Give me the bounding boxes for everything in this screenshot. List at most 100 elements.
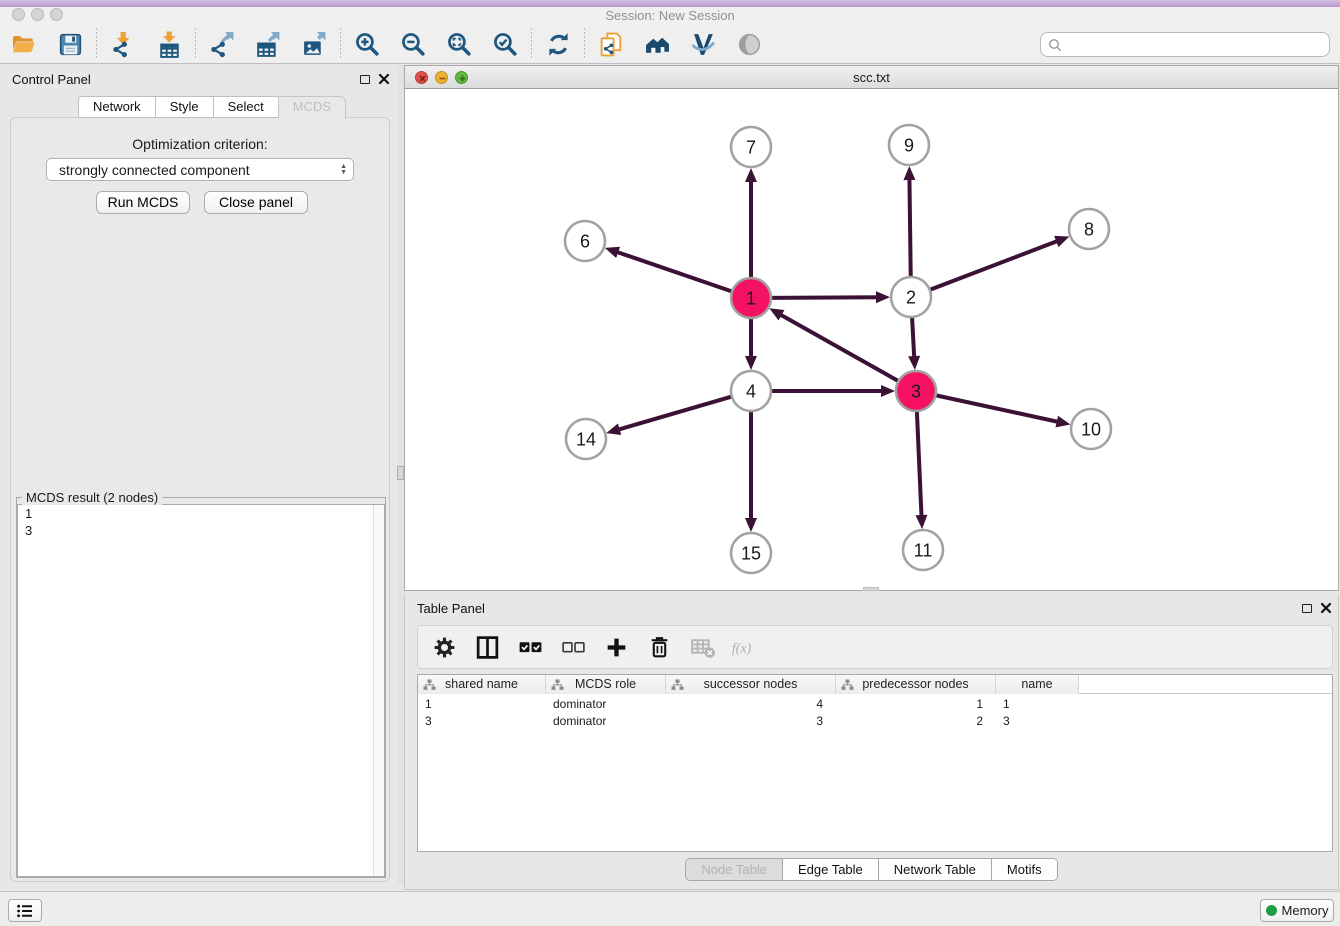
add-column-icon[interactable]: [602, 633, 630, 661]
table-header: shared nameMCDS rolesuccessor nodesprede…: [418, 675, 1332, 694]
table-cell[interactable]: 2: [836, 713, 996, 729]
graph-edge-arrow-4-15: [745, 518, 757, 532]
table-row[interactable]: 1dominator411: [418, 696, 1332, 712]
column-flag-icon: [423, 679, 436, 691]
optimization-criterion-label: Optimization criterion:: [2, 136, 398, 152]
column-header-shared-name[interactable]: shared name: [418, 675, 546, 694]
zoom-out-icon[interactable]: [399, 30, 427, 58]
table-cell[interactable]: 1: [996, 696, 1079, 712]
network-close-traffic-light[interactable]: [415, 71, 428, 84]
mcds-result-node[interactable]: 3: [18, 522, 384, 539]
tab-edge-table[interactable]: Edge Table: [783, 859, 879, 880]
tab-network[interactable]: Network: [78, 96, 155, 118]
graph-node-label-6: 6: [580, 232, 590, 252]
status-bar: Memory: [0, 891, 1340, 926]
tab-node-table[interactable]: Node Table: [686, 859, 783, 880]
table-cell[interactable]: dominator: [546, 713, 666, 729]
new-network-from-selection-icon[interactable]: [597, 30, 625, 58]
column-header-MCDS-role[interactable]: MCDS role: [546, 675, 666, 694]
export-table-icon[interactable]: [254, 30, 282, 58]
column-flag-icon: [671, 679, 684, 691]
table-cell[interactable]: 3: [996, 713, 1079, 729]
table-cell[interactable]: 1: [836, 696, 996, 712]
zoom-selected-icon[interactable]: [491, 30, 519, 58]
search-input[interactable]: [1066, 34, 1329, 55]
refresh-network-icon[interactable]: [544, 30, 572, 58]
zoom-in-icon[interactable]: [353, 30, 381, 58]
export-network-icon[interactable]: [208, 30, 236, 58]
table-panel-title: Table Panel: [417, 601, 485, 616]
graph-edge-arrow-1-4: [745, 356, 757, 370]
export-image-icon[interactable]: [300, 30, 328, 58]
network-minimize-traffic-light[interactable]: [435, 71, 448, 84]
graph-edge-1-6[interactable]: [616, 252, 732, 292]
first-neighbors-icon[interactable]: [643, 30, 671, 58]
task-history-button[interactable]: [8, 899, 42, 922]
graph-edge-2-9[interactable]: [909, 178, 910, 277]
network-zoom-traffic-light[interactable]: [455, 71, 468, 84]
run-mcds-button[interactable]: Run MCDS: [96, 191, 190, 214]
graph-edge-4-14[interactable]: [618, 397, 732, 430]
mcds-result-node[interactable]: 1: [18, 505, 384, 522]
open-file-icon[interactable]: [10, 30, 38, 58]
table-cell[interactable]: dominator: [546, 696, 666, 712]
vertical-splitter-grip[interactable]: [397, 466, 404, 480]
graph-edge-3-10[interactable]: [936, 395, 1059, 422]
graph-edge-2-3[interactable]: [912, 317, 914, 358]
table-toolbar: f(x): [417, 625, 1333, 669]
table-panel-float-icon[interactable]: [1302, 604, 1312, 613]
graph-edge-2-8[interactable]: [930, 241, 1058, 290]
float-panel-icon[interactable]: [360, 75, 370, 84]
graph-edge-arrow-3-11: [915, 515, 927, 529]
graph-edge-arrow-2-8: [1054, 236, 1069, 247]
graph-edge-3-11[interactable]: [917, 411, 922, 517]
toggle-columns-icon[interactable]: [473, 633, 501, 661]
graph-node-label-7: 7: [746, 138, 756, 158]
graph-node-label-10: 10: [1081, 420, 1101, 440]
table-cell[interactable]: 3: [418, 713, 546, 729]
apply-style-icon[interactable]: [689, 30, 717, 58]
tab-select[interactable]: Select: [213, 96, 278, 118]
result-scrollbar[interactable]: [373, 505, 384, 876]
show-hide-panel-icon[interactable]: [735, 30, 763, 58]
network-view-window: scc.txt 7968124314101511: [404, 65, 1339, 591]
table-cell[interactable]: 3: [666, 713, 836, 729]
table-panel: Table Panel f(x) shared nameMCDS rolesuc…: [404, 595, 1339, 890]
zoom-fit-icon[interactable]: [445, 30, 473, 58]
tab-motifs[interactable]: Motifs: [992, 859, 1057, 880]
graph-edge-1-2[interactable]: [771, 297, 878, 298]
column-header-successor-nodes[interactable]: successor nodes: [666, 675, 836, 694]
tab-network-table[interactable]: Network Table: [879, 859, 992, 880]
column-header-name[interactable]: name: [996, 675, 1079, 694]
import-table-from-file-icon[interactable]: [155, 30, 183, 58]
network-window-title: scc.txt: [405, 66, 1338, 89]
node-table: shared nameMCDS rolesuccessor nodesprede…: [417, 674, 1333, 852]
table-panel-close-icon[interactable]: [1320, 602, 1332, 614]
graph-node-label-9: 9: [904, 136, 914, 156]
tab-mcds[interactable]: MCDS: [278, 96, 346, 119]
deselect-all-rows-icon[interactable]: [559, 633, 587, 661]
import-network-from-file-icon[interactable]: [109, 30, 137, 58]
memory-button[interactable]: Memory: [1260, 899, 1334, 922]
select-all-rows-icon[interactable]: [516, 633, 544, 661]
table-settings-gear-icon[interactable]: [430, 633, 458, 661]
delete-column-icon[interactable]: [645, 633, 673, 661]
mcds-result-list[interactable]: 13: [17, 504, 385, 877]
table-cell[interactable]: 1: [418, 696, 546, 712]
graph-edge-arrow-3-10: [1056, 416, 1071, 428]
search-box[interactable]: [1040, 32, 1330, 57]
criterion-dropdown[interactable]: strongly connected component ▲▼: [46, 158, 354, 181]
column-header-predecessor-nodes[interactable]: predecessor nodes: [836, 675, 996, 694]
canvas-resize-grip[interactable]: [863, 587, 879, 591]
graph-edge-3-1[interactable]: [780, 314, 899, 381]
network-canvas[interactable]: 7968124314101511: [405, 89, 1338, 590]
close-panel-icon[interactable]: [378, 73, 390, 85]
graph-edge-arrow-4-3: [881, 385, 895, 397]
control-panel-title: Control Panel: [12, 72, 91, 87]
table-row[interactable]: 3dominator323: [418, 713, 1332, 729]
close-panel-button[interactable]: Close panel: [204, 191, 308, 214]
graph-edge-arrow-2-3: [908, 356, 920, 370]
save-session-icon[interactable]: [56, 30, 84, 58]
tab-style[interactable]: Style: [155, 96, 213, 118]
table-cell[interactable]: 4: [666, 696, 836, 712]
